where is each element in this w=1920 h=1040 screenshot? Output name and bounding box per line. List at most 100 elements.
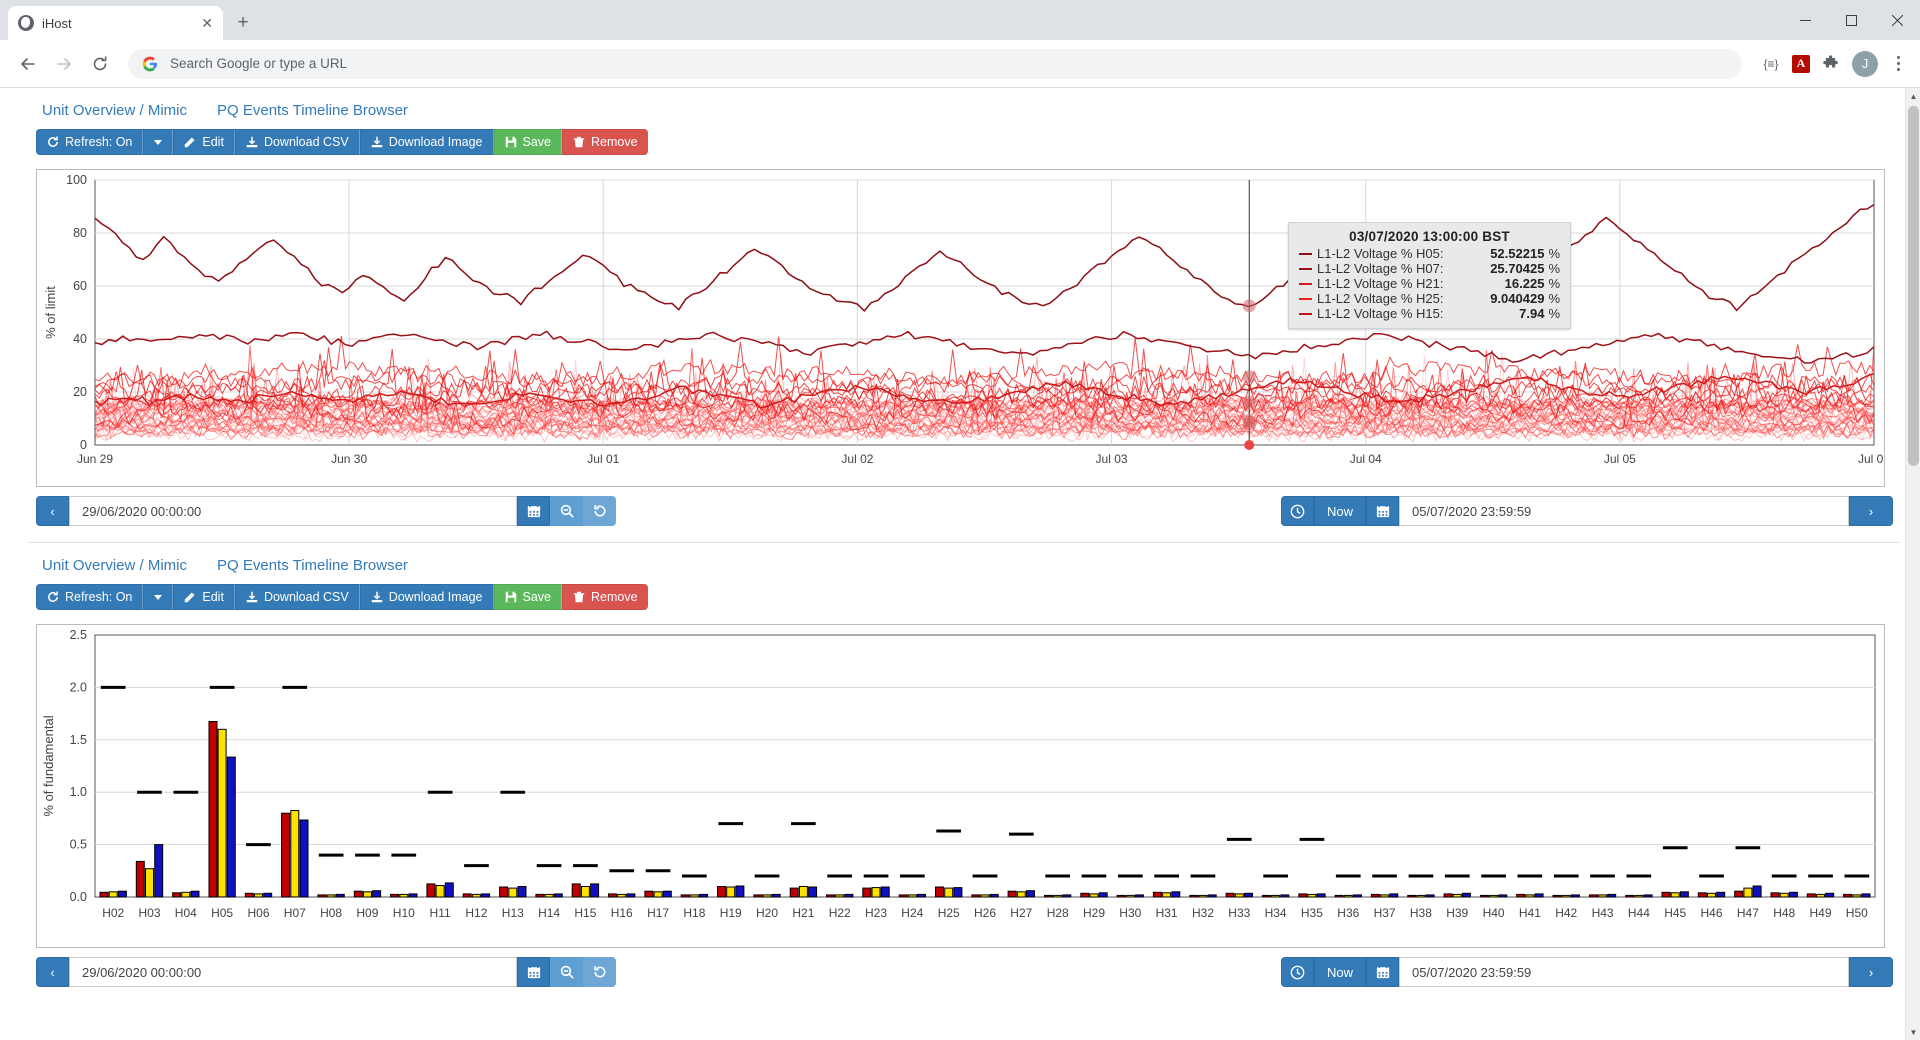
bar[interactable]: [1661, 891, 1671, 898]
remove-button[interactable]: Remove: [562, 129, 648, 155]
bar[interactable]: [1370, 893, 1380, 898]
zoom-out-icon[interactable]: [550, 496, 583, 526]
bar[interactable]: [154, 844, 164, 898]
bar[interactable]: [435, 885, 445, 898]
maximize-icon[interactable]: [1828, 0, 1874, 40]
next-range-button[interactable]: ›: [1849, 496, 1893, 526]
calendar-icon[interactable]: [1366, 957, 1399, 987]
bar[interactable]: [1244, 892, 1253, 898]
pdf-extension-icon[interactable]: A: [1792, 54, 1810, 73]
calendar-icon[interactable]: [517, 957, 550, 987]
forward-icon[interactable]: [48, 48, 80, 80]
kebab-icon[interactable]: [1888, 56, 1908, 71]
bar[interactable]: [644, 890, 654, 898]
bar[interactable]: [254, 893, 263, 898]
clock-icon[interactable]: [1280, 957, 1314, 987]
bar[interactable]: [390, 893, 400, 898]
bar[interactable]: [617, 893, 627, 898]
bar[interactable]: [1588, 894, 1598, 898]
bar[interactable]: [1443, 893, 1453, 898]
bar[interactable]: [571, 883, 581, 898]
bar[interactable]: [1552, 894, 1562, 898]
bar[interactable]: [844, 893, 854, 898]
bar[interactable]: [426, 883, 436, 898]
bar[interactable]: [1716, 891, 1726, 898]
close-icon[interactable]: [1874, 0, 1920, 40]
bar[interactable]: [826, 894, 835, 898]
bar[interactable]: [1353, 894, 1362, 898]
bar[interactable]: [1816, 893, 1825, 898]
bar[interactable]: [762, 894, 772, 898]
bar[interactable]: [217, 728, 227, 898]
minimize-icon[interactable]: [1782, 0, 1828, 40]
bar[interactable]: [326, 894, 336, 898]
new-tab-button[interactable]: +: [229, 9, 257, 37]
bar[interactable]: [1307, 893, 1317, 898]
bar[interactable]: [1489, 894, 1499, 898]
bar[interactable]: [1053, 894, 1063, 898]
prev-range-button[interactable]: ‹: [36, 496, 69, 526]
bar[interactable]: [1425, 894, 1435, 898]
bar[interactable]: [1116, 894, 1126, 898]
date-to-input[interactable]: 05/07/2020 23:59:59: [1399, 957, 1849, 987]
remove-button[interactable]: Remove: [562, 584, 648, 610]
bar[interactable]: [1806, 893, 1816, 898]
tab-unit-overview-mimic[interactable]: Unit Overview / Mimic: [42, 557, 187, 574]
bar[interactable]: [1044, 894, 1053, 898]
bar[interactable]: [1625, 894, 1635, 898]
bar[interactable]: [1298, 893, 1308, 898]
bar[interactable]: [471, 893, 481, 898]
refresh-button[interactable]: Refresh: On: [36, 129, 144, 155]
reset-icon[interactable]: [583, 957, 616, 987]
bar[interactable]: [1670, 892, 1680, 898]
zoom-out-icon[interactable]: [550, 957, 583, 987]
close-icon[interactable]: ✕: [201, 16, 213, 30]
bar[interactable]: [1416, 894, 1426, 898]
reset-icon[interactable]: [583, 496, 616, 526]
bar[interactable]: [1643, 894, 1653, 898]
bar[interactable]: [544, 893, 554, 898]
bar[interactable]: [1707, 892, 1716, 898]
bar[interactable]: [263, 892, 273, 898]
bar[interactable]: [172, 892, 182, 898]
now-button[interactable]: Now: [1313, 496, 1366, 526]
bar[interactable]: [353, 890, 363, 898]
bar[interactable]: [335, 893, 345, 898]
bar[interactable]: [935, 886, 944, 898]
bar[interactable]: [481, 893, 491, 898]
bar[interactable]: [1171, 891, 1181, 898]
bar[interactable]: [1152, 891, 1162, 898]
bar[interactable]: [1498, 894, 1508, 898]
bar[interactable]: [499, 886, 509, 898]
bar[interactable]: [735, 885, 745, 898]
scroll-up-icon[interactable]: ▲: [1906, 88, 1920, 104]
bar[interactable]: [1225, 892, 1235, 898]
bar[interactable]: [1679, 891, 1689, 898]
bar[interactable]: [1125, 894, 1135, 898]
download-image-button[interactable]: Download Image: [359, 584, 494, 610]
omnibox[interactable]: Search Google or type a URL: [128, 48, 1742, 79]
bar[interactable]: [1407, 894, 1417, 898]
bar[interactable]: [944, 887, 954, 898]
bar[interactable]: [372, 890, 382, 898]
reload-icon[interactable]: [84, 48, 116, 80]
bar[interactable]: [508, 887, 518, 898]
calendar-icon[interactable]: [1366, 496, 1399, 526]
tab-unit-overview-mimic[interactable]: Unit Overview / Mimic: [42, 102, 187, 119]
next-range-button[interactable]: ›: [1849, 957, 1893, 987]
save-button[interactable]: Save: [493, 129, 563, 155]
bar[interactable]: [1062, 894, 1072, 898]
bar[interactable]: [1380, 894, 1390, 898]
bar[interactable]: [181, 891, 191, 898]
bar[interactable]: [1479, 894, 1489, 898]
bar[interactable]: [862, 887, 872, 898]
bar[interactable]: [662, 890, 672, 898]
scrollbar-thumb[interactable]: [1908, 106, 1919, 466]
bar[interactable]: [726, 886, 736, 898]
bar[interactable]: [917, 893, 926, 898]
bar[interactable]: [898, 894, 908, 898]
bar[interactable]: [1852, 894, 1862, 898]
bar[interactable]: [1343, 894, 1353, 898]
bar[interactable]: [1570, 894, 1580, 898]
bar[interactable]: [1861, 893, 1871, 898]
